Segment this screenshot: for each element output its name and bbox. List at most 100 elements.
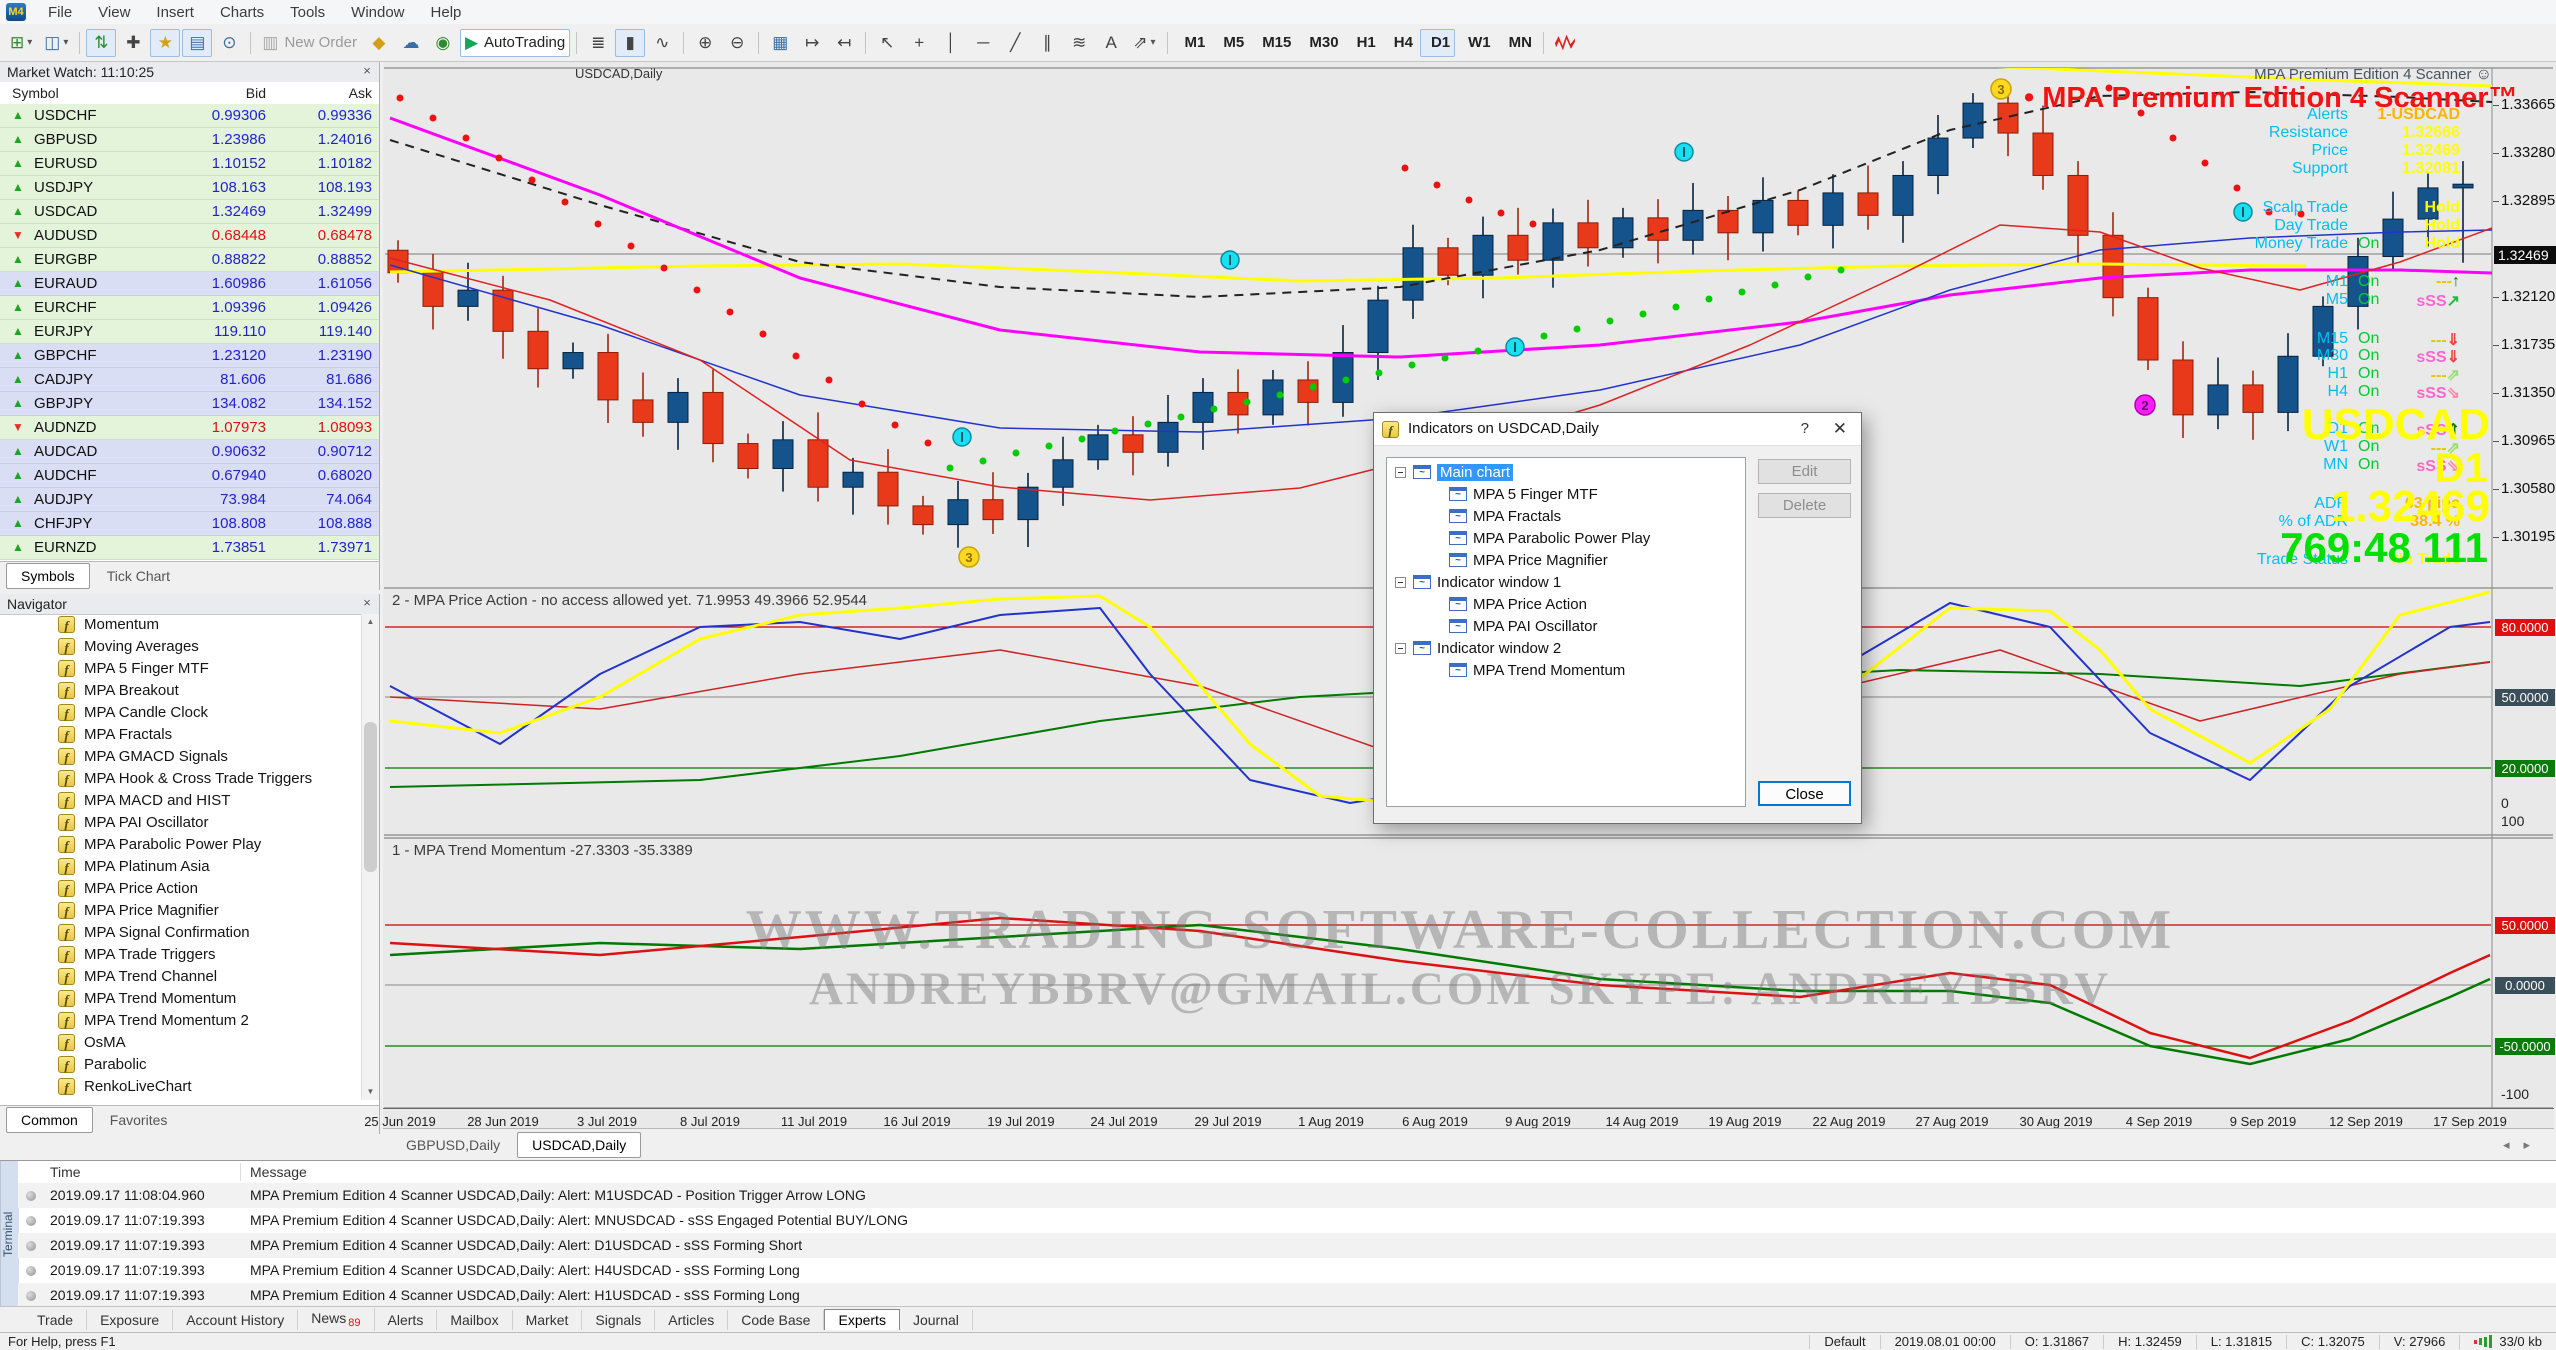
profiles-button[interactable]: ◫ ▾ [39,29,73,57]
new-chart-button[interactable]: ⊞ ▾ [5,29,37,57]
mql5-search-icon[interactable] [1550,29,1580,57]
indicator-tree-item[interactable]: ~ Indicator window 1 [1387,572,1745,594]
vline-tool[interactable]: │ [936,29,966,57]
indicator-tree-item[interactable]: ~ MPA 5 Finger MTF [1387,484,1745,506]
navigator-indicator-item[interactable]: MPA Platinum Asia [0,856,362,878]
toolbar-button[interactable] [1539,29,1548,57]
terminal-tab[interactable]: Journal [900,1310,973,1330]
tf-mn[interactable]: MN [1498,29,1537,57]
tf-w1[interactable]: W1 [1457,29,1496,57]
tf-m30[interactable]: M30 [1298,29,1343,57]
navigator-indicator-item[interactable]: MPA Price Magnifier [0,900,362,922]
collapse-icon[interactable] [1395,643,1406,654]
market-watch-row[interactable]: CADJPY 81.606 81.686 [0,368,379,392]
market-watch-row[interactable]: EURAUD 1.60986 1.61056 [0,272,379,296]
terminal-log-row[interactable]: 2019.09.17 11:07:19.393 MPA Premium Edit… [18,1208,2556,1233]
navigator-indicator-item[interactable]: RenkoLiveChart [0,1076,362,1098]
terminal-tab[interactable]: Signals [582,1310,655,1330]
indicator-tree-item[interactable]: ~ MPA PAI Oscillator [1387,616,1745,638]
menu-item[interactable]: View [85,4,143,21]
market-watch-row[interactable]: CHFJPY 108.808 108.888 [0,512,379,536]
market-watch-tab[interactable]: Symbols [6,563,90,589]
toolbar-button[interactable] [246,29,255,57]
tf-h4[interactable]: H4 [1383,29,1418,57]
terminal-tab[interactable]: Mailbox [437,1310,512,1330]
market-watch-row[interactable]: EURGBP 0.88822 0.88852 [0,248,379,272]
close-icon[interactable]: × [359,595,375,611]
indicator-tree-item[interactable]: ~ Main chart [1387,462,1745,484]
market-watch-row[interactable]: AUDNZD 1.07973 1.08093 [0,416,379,440]
indicator-tree-item[interactable]: ~ MPA Price Action [1387,594,1745,616]
market-watch-row[interactable]: AUDCHF 0.67940 0.68020 [0,464,379,488]
text-tool[interactable]: A [1096,29,1126,57]
collapse-icon[interactable] [1395,467,1406,478]
market-watch-row[interactable]: USDCAD 1.32469 1.32499 [0,200,379,224]
terminal-log-row[interactable]: 2019.09.17 11:07:19.393 MPA Premium Edit… [18,1258,2556,1283]
cursor-tool[interactable]: ↖ [872,29,902,57]
navigator-toggle[interactable]: ★ [150,29,180,57]
collapse-icon[interactable] [1395,577,1406,588]
navigator-indicator-item[interactable]: MPA Trade Triggers [0,944,362,966]
terminal-tab[interactable]: Trade [24,1310,87,1330]
navigator-tab[interactable]: Favorites [95,1107,183,1133]
navigator-indicator-item[interactable]: MPA PAI Oscillator [0,812,362,834]
zoom-in-button[interactable]: ⊕ [690,29,720,57]
indicator-tree-item[interactable]: ~ MPA Price Magnifier [1387,550,1745,572]
market-watch-toggle[interactable]: ⇅ [86,29,116,57]
navigator-indicator-item[interactable]: MPA Signal Confirmation [0,922,362,944]
indicator-tree-item[interactable]: ~ MPA Trend Momentum [1387,660,1745,682]
edit-button[interactable]: Edit [1758,459,1851,484]
market-watch-row[interactable]: EURUSD 1.10152 1.10182 [0,152,379,176]
hline-tool[interactable]: ─ [968,29,998,57]
scroll-up-icon[interactable]: ▲ [362,614,379,630]
navigator-indicator-item[interactable]: Momentum [0,614,362,636]
connection-status[interactable]: 33/0 kb [2459,1335,2556,1349]
menu-item[interactable]: Help [418,4,475,21]
close-button[interactable]: Close [1758,781,1851,806]
trendline-tool[interactable]: ╱ [1000,29,1030,57]
line-mode-button[interactable]: ∿ [647,29,677,57]
delete-button[interactable]: Delete [1758,493,1851,518]
data-window-button[interactable]: ✚ [118,29,148,57]
market-watch-row[interactable]: GBPJPY 134.082 134.152 [0,392,379,416]
zoom-out-button[interactable]: ⊖ [722,29,752,57]
candles-mode-button[interactable]: ▮ [615,29,645,57]
terminal-toggle[interactable]: ▤ [182,29,212,57]
navigator-indicator-item[interactable]: MPA 5 Finger MTF [0,658,362,680]
tab-scroll-arrows[interactable]: ◂▸ [2503,1137,2544,1153]
indicator-tree-item[interactable]: ~ Indicator window 2 [1387,638,1745,660]
help-icon[interactable]: ? [1801,420,1809,437]
menu-item[interactable]: Charts [207,4,277,21]
menu-item[interactable]: File [35,4,85,21]
toolbar-button[interactable] [754,29,763,57]
toolbar-button[interactable] [75,29,84,57]
bars-mode-button[interactable]: ≣ [583,29,613,57]
market-watch-tab[interactable]: Tick Chart [92,563,185,589]
navigator-indicator-item[interactable]: MPA Trend Channel [0,966,362,988]
navigator-indicator-item[interactable]: MPA Trend Momentum 2 [0,1010,362,1032]
terminal-tab[interactable]: Articles [655,1310,728,1330]
toolbar-button[interactable] [679,29,688,57]
terminal-side-tab[interactable]: Terminal [0,1161,19,1308]
terminal-tab[interactable]: Market [513,1310,583,1330]
tf-d1[interactable]: D1 [1420,29,1455,57]
toolbar-button[interactable] [1163,29,1172,57]
market-watch-row[interactable]: EURNZD 1.73851 1.73971 [0,536,379,560]
menu-item[interactable]: Window [338,4,417,21]
market-watch-row[interactable]: GBPCHF 1.23120 1.23190 [0,344,379,368]
channel-tool[interactable]: ∥ [1032,29,1062,57]
navigator-indicator-item[interactable]: MPA MACD and HIST [0,790,362,812]
market-watch-row[interactable]: AUDJPY 73.984 74.064 [0,488,379,512]
tf-m1[interactable]: M1 [1174,29,1211,57]
menu-item[interactable]: Tools [277,4,338,21]
terminal-tab[interactable]: News89 [298,1308,374,1332]
navigator-indicator-item[interactable]: MPA Breakout [0,680,362,702]
terminal-tab[interactable]: Code Base [728,1310,824,1330]
market-watch-row[interactable]: GBPUSD 1.23986 1.24016 [0,128,379,152]
dialog-title-bar[interactable]: Indicators on USDCAD,Daily ? ✕ [1374,413,1861,446]
scroll-down-icon[interactable]: ▼ [362,1084,379,1100]
market-watch-row[interactable]: USDJPY 108.163 108.193 [0,176,379,200]
terminal-tab[interactable]: Exposure [87,1310,173,1330]
scrollbar-thumb[interactable] [364,722,377,872]
market-watch-row[interactable]: EURCHF 1.09396 1.09426 [0,296,379,320]
